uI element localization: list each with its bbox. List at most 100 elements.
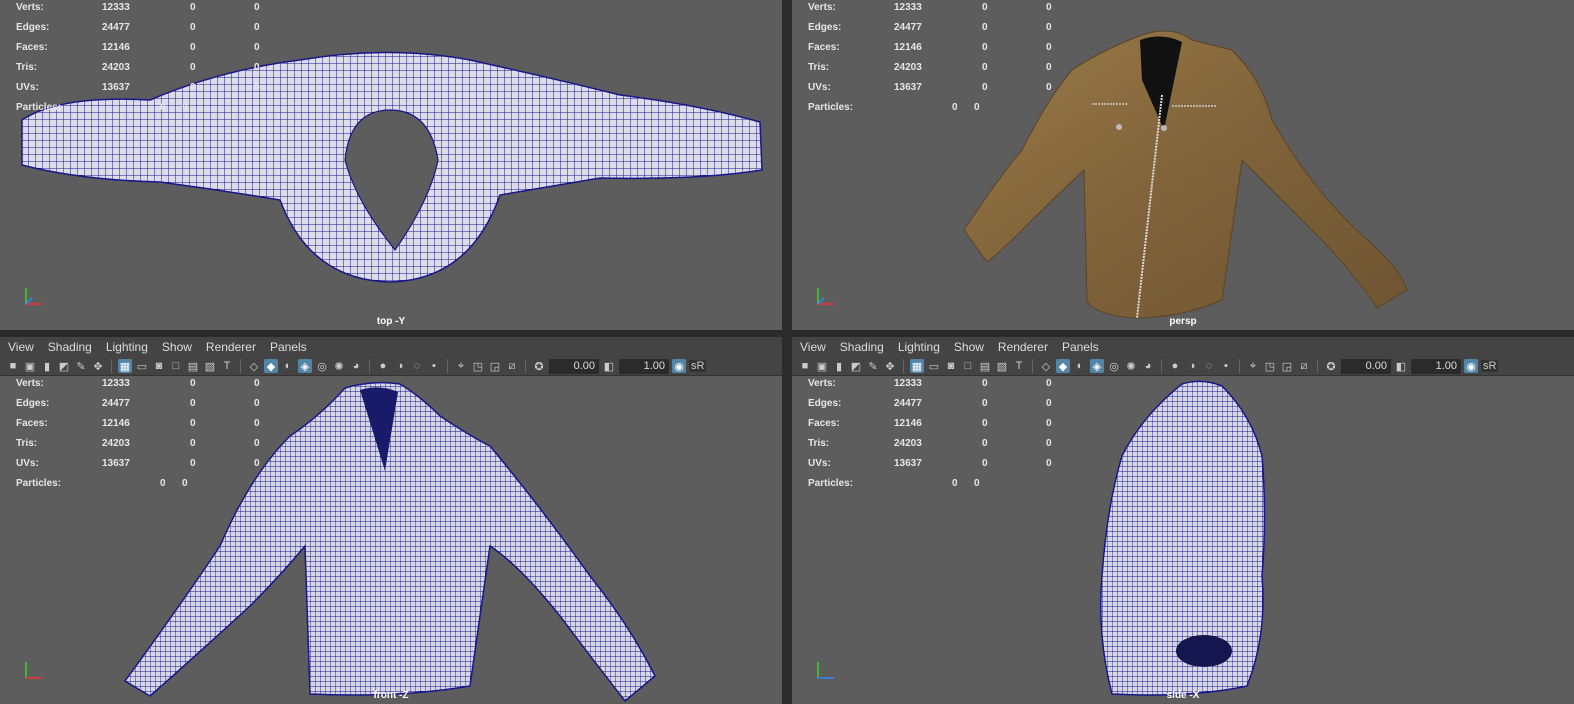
xray-active-icon[interactable]: ◲: [1280, 359, 1294, 373]
shadows-icon[interactable]: ◕: [1141, 359, 1155, 373]
stat-row-faces: Faces: 12146 0 0: [16, 418, 276, 438]
stat-row-uvs: UVs: 13637 0 0: [16, 82, 276, 102]
stat-value: 0: [254, 2, 260, 13]
menu-show[interactable]: Show: [162, 340, 192, 354]
stat-label: Faces:: [16, 418, 48, 429]
menu-show[interactable]: Show: [954, 340, 984, 354]
camera-attributes-icon[interactable]: ▣: [815, 359, 829, 373]
gamma-icon[interactable]: ◧: [602, 359, 616, 373]
camera-attributes-icon[interactable]: ▣: [23, 359, 37, 373]
grid-icon[interactable]: ▦: [910, 359, 924, 373]
color-space-label[interactable]: sR: [689, 360, 707, 372]
stat-value: 12146: [894, 418, 922, 429]
menu-shading[interactable]: Shading: [48, 340, 92, 354]
gamma-field[interactable]: [1411, 358, 1461, 374]
lights-icon[interactable]: ✺: [332, 359, 346, 373]
resolution-gate-icon[interactable]: ◙: [944, 359, 958, 373]
exposure-icon[interactable]: ✪: [1324, 359, 1338, 373]
antialiasing-icon[interactable]: ◌: [410, 359, 424, 373]
stat-value: 0: [160, 478, 166, 489]
wireframe-on-shaded-icon[interactable]: ◈: [1090, 359, 1104, 373]
xray-joints-icon[interactable]: ◳: [1263, 359, 1277, 373]
wireframe-icon[interactable]: ◇: [1039, 359, 1053, 373]
backface-icon[interactable]: ⧄: [505, 359, 519, 373]
xray-active-icon[interactable]: ◲: [488, 359, 502, 373]
grease-pencil-icon[interactable]: ✎: [74, 359, 88, 373]
viewport-front[interactable]: View Shading Lighting Show Renderer Pane…: [0, 337, 782, 704]
menu-view[interactable]: View: [800, 340, 826, 354]
depth-of-field-icon[interactable]: ▪: [427, 359, 441, 373]
smooth-shade-icon[interactable]: ◆: [1056, 359, 1070, 373]
gamma-field[interactable]: [619, 358, 669, 374]
camera-icon[interactable]: ■: [6, 359, 20, 373]
isolate-select-icon[interactable]: ⌖: [1246, 359, 1260, 373]
bookmark-icon[interactable]: ▮: [40, 359, 54, 373]
stat-value: 12146: [102, 418, 130, 429]
exposure-field[interactable]: [1341, 358, 1391, 374]
field-chart-icon[interactable]: ▤: [978, 359, 992, 373]
bookmark-icon[interactable]: ▮: [832, 359, 846, 373]
menu-view[interactable]: View: [8, 340, 34, 354]
stat-value: 24477: [102, 398, 130, 409]
menu-renderer[interactable]: Renderer: [206, 340, 256, 354]
grid-icon[interactable]: ▦: [118, 359, 132, 373]
grease-pencil-icon[interactable]: ✎: [866, 359, 880, 373]
stat-label: Faces:: [808, 42, 840, 53]
film-gate-icon[interactable]: ▭: [135, 359, 149, 373]
film-gate-icon[interactable]: ▭: [927, 359, 941, 373]
safe-title-icon[interactable]: T: [220, 359, 234, 373]
menu-lighting[interactable]: Lighting: [106, 340, 148, 354]
menu-lighting[interactable]: Lighting: [898, 340, 940, 354]
toolbar-separator: [1239, 359, 1240, 373]
color-management-icon[interactable]: ◉: [672, 359, 686, 373]
xray-joints-icon[interactable]: ◳: [471, 359, 485, 373]
camera-icon[interactable]: ■: [798, 359, 812, 373]
isolate-select-icon[interactable]: ⌖: [454, 359, 468, 373]
wireframe-icon[interactable]: ◇: [247, 359, 261, 373]
image-plane-icon[interactable]: ◩: [849, 359, 863, 373]
ambient-occlusion-icon[interactable]: ●: [376, 359, 390, 373]
stat-label: Edges:: [16, 22, 50, 33]
safe-action-icon[interactable]: ▧: [995, 359, 1009, 373]
stat-label: Verts:: [16, 2, 44, 13]
safe-title-icon[interactable]: T: [1012, 359, 1026, 373]
smooth-shade-icon[interactable]: ◆: [264, 359, 278, 373]
stat-label: Edges:: [16, 398, 50, 409]
viewport-persp[interactable]: Verts: 12333 0 0 Edges: 24477 0 0 Faces: 12146 0…: [792, 0, 1574, 330]
menu-panels[interactable]: Panels: [1062, 340, 1099, 354]
menu-renderer[interactable]: Renderer: [998, 340, 1048, 354]
ambient-occlusion-icon[interactable]: ●: [1168, 359, 1182, 373]
exposure-icon[interactable]: ✪: [532, 359, 546, 373]
pan-zoom-icon[interactable]: ✥: [883, 359, 897, 373]
stat-value: 24203: [102, 438, 130, 449]
antialiasing-icon[interactable]: ◌: [1202, 359, 1216, 373]
safe-action-icon[interactable]: ▧: [203, 359, 217, 373]
gate-mask-icon[interactable]: □: [961, 359, 975, 373]
pan-zoom-icon[interactable]: ✥: [91, 359, 105, 373]
menu-shading[interactable]: Shading: [840, 340, 884, 354]
color-space-label[interactable]: sR: [1481, 360, 1499, 372]
gate-mask-icon[interactable]: □: [169, 359, 183, 373]
xray-icon[interactable]: ◎: [315, 359, 329, 373]
default-material-icon[interactable]: ◐: [281, 359, 295, 373]
color-management-icon[interactable]: ◉: [1464, 359, 1478, 373]
motion-blur-icon[interactable]: ◑: [393, 359, 407, 373]
stat-value: 0: [1046, 22, 1052, 33]
exposure-field[interactable]: [549, 358, 599, 374]
image-plane-icon[interactable]: ◩: [57, 359, 71, 373]
lights-icon[interactable]: ✺: [1124, 359, 1138, 373]
viewport-top[interactable]: Verts: 12333 0 0 Edges: 24477 0 0 Faces: 12146 0…: [0, 0, 782, 330]
default-material-icon[interactable]: ◐: [1073, 359, 1087, 373]
gamma-icon[interactable]: ◧: [1394, 359, 1408, 373]
field-chart-icon[interactable]: ▤: [186, 359, 200, 373]
stat-row-tris: Tris: 24203 0 0: [808, 62, 1068, 82]
viewport-side[interactable]: View Shading Lighting Show Renderer Pane…: [792, 337, 1574, 704]
backface-icon[interactable]: ⧄: [1297, 359, 1311, 373]
resolution-gate-icon[interactable]: ◙: [152, 359, 166, 373]
depth-of-field-icon[interactable]: ▪: [1219, 359, 1233, 373]
shadows-icon[interactable]: ◕: [349, 359, 363, 373]
xray-icon[interactable]: ◎: [1107, 359, 1121, 373]
motion-blur-icon[interactable]: ◑: [1185, 359, 1199, 373]
menu-panels[interactable]: Panels: [270, 340, 307, 354]
wireframe-on-shaded-icon[interactable]: ◈: [298, 359, 312, 373]
